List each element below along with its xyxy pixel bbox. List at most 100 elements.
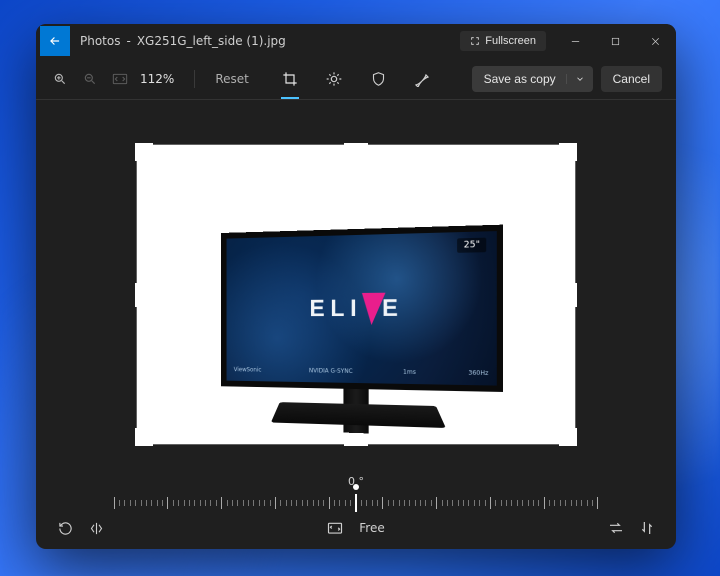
rotation-tick — [495, 500, 496, 506]
rotation-tick — [173, 500, 174, 506]
edit-canvas[interactable]: 25" ELI E ViewSonic NVIDIA G-SYNC 1ms 36… — [36, 100, 676, 471]
fullscreen-label: Fullscreen — [485, 35, 536, 47]
rotation-tick — [528, 500, 529, 506]
rotation-tick — [345, 500, 346, 506]
rotation-tick — [431, 500, 432, 506]
rotation-tick — [323, 500, 324, 506]
rotation-tick — [393, 500, 394, 506]
rotation-tick — [560, 500, 561, 506]
rotation-slider-thumb-dot[interactable] — [353, 484, 359, 490]
rotation-tick — [130, 500, 131, 506]
zoom-in-button[interactable] — [50, 69, 70, 89]
rotation-tick — [517, 500, 518, 506]
rotation-slider[interactable] — [58, 492, 654, 514]
flip-horizontal-button[interactable] — [89, 521, 104, 536]
rotation-tick — [399, 500, 400, 506]
redo-button[interactable] — [640, 520, 654, 536]
toolbar: 112% Reset Save as copy — [36, 58, 676, 100]
rotation-tick — [474, 500, 475, 506]
bezel-logos: ViewSonic NVIDIA G-SYNC 1ms 360Hz — [234, 366, 489, 377]
rotation-tick — [372, 500, 373, 506]
title-separator: - — [126, 34, 130, 48]
rotation-tick — [458, 500, 459, 506]
rotation-tick — [425, 500, 426, 506]
rotation-tick — [571, 500, 572, 506]
rotation-tick — [264, 500, 265, 506]
monitor-screen: 25" ELI E ViewSonic NVIDIA G-SYNC 1ms 36… — [221, 225, 503, 392]
reset-button[interactable]: Reset — [215, 72, 249, 86]
rotation-tick — [415, 500, 416, 506]
rotation-tick — [587, 500, 588, 506]
crop-tool-tab[interactable] — [279, 68, 301, 90]
rotation-tick — [318, 500, 319, 506]
rotation-tick — [501, 500, 502, 506]
minimize-button[interactable] — [558, 26, 592, 56]
rotation-tick — [436, 497, 437, 509]
rotation-tick — [506, 500, 507, 506]
rotation-tick — [538, 500, 539, 506]
rotation-tick — [452, 500, 453, 506]
adjust-tool-tab[interactable] — [323, 68, 345, 90]
rotation-tick — [576, 500, 577, 506]
rotation-tick — [280, 500, 281, 506]
rotation-tick — [221, 497, 222, 509]
crop-handle-right[interactable] — [575, 283, 577, 307]
close-button[interactable] — [638, 26, 672, 56]
rotation-tick — [442, 500, 443, 506]
back-button[interactable] — [40, 26, 70, 56]
rotate-90-button[interactable] — [58, 521, 73, 536]
rotation-tick — [114, 497, 115, 509]
fullscreen-button[interactable]: Fullscreen — [460, 31, 546, 51]
crop-handle-bottom[interactable] — [344, 444, 368, 446]
app-name: Photos — [80, 34, 120, 48]
maximize-button[interactable] — [598, 26, 632, 56]
rotation-tick — [377, 500, 378, 506]
rotation-tick — [178, 500, 179, 506]
image-content: 25" ELI E ViewSonic NVIDIA G-SYNC 1ms 36… — [137, 145, 575, 444]
rotation-tick — [200, 500, 201, 506]
minimize-icon — [570, 36, 581, 47]
aspect-ratio-label: Free — [359, 521, 384, 535]
rotation-tick — [468, 500, 469, 506]
crop-icon — [282, 71, 298, 87]
photos-app-window: Photos - XG251G_left_side (1).jpg Fullsc… — [36, 24, 676, 549]
pen-icon — [414, 71, 430, 87]
filter-tool-tab[interactable] — [367, 68, 389, 90]
rotation-tick — [597, 497, 598, 509]
rotation-tick — [581, 500, 582, 506]
zoom-in-icon — [53, 72, 67, 86]
rotation-tick — [544, 497, 545, 509]
rotation-tick — [248, 500, 249, 506]
rotation-tick — [554, 500, 555, 506]
cancel-button[interactable]: Cancel — [601, 66, 662, 92]
shield-icon — [371, 71, 386, 87]
crop-frame[interactable]: 25" ELI E ViewSonic NVIDIA G-SYNC 1ms 36… — [137, 145, 575, 444]
elite-v-icon — [359, 293, 386, 325]
close-icon — [650, 36, 661, 47]
rotation-tick — [237, 500, 238, 506]
rotation-tick — [565, 500, 566, 506]
zoom-out-button[interactable] — [80, 69, 100, 89]
rotation-tick — [302, 500, 303, 506]
undo-button[interactable] — [608, 521, 624, 535]
rotation-bar: 0 ° Free — [36, 471, 676, 549]
rotation-tick — [404, 500, 405, 506]
flip-h-icon — [89, 521, 104, 536]
bezel-response: 1ms — [403, 369, 416, 376]
markup-tool-tab[interactable] — [411, 68, 433, 90]
rotation-tick — [350, 500, 351, 506]
monitor-stand-base — [271, 402, 446, 428]
rotation-tick — [296, 500, 297, 506]
rotation-tick — [549, 500, 550, 506]
fit-screen-button[interactable] — [110, 69, 130, 89]
save-as-copy-button[interactable]: Save as copy — [472, 66, 593, 92]
rotation-tick — [361, 500, 362, 506]
rotation-tick — [243, 500, 244, 506]
aspect-ratio-button[interactable]: Free — [327, 521, 384, 535]
rotation-slider-thumb[interactable] — [355, 494, 357, 512]
rotation-tick — [270, 500, 271, 506]
rotation-tick — [463, 500, 464, 506]
rotation-tick — [511, 500, 512, 506]
save-dropdown-chevron[interactable] — [566, 74, 585, 84]
brightness-icon — [326, 71, 342, 87]
